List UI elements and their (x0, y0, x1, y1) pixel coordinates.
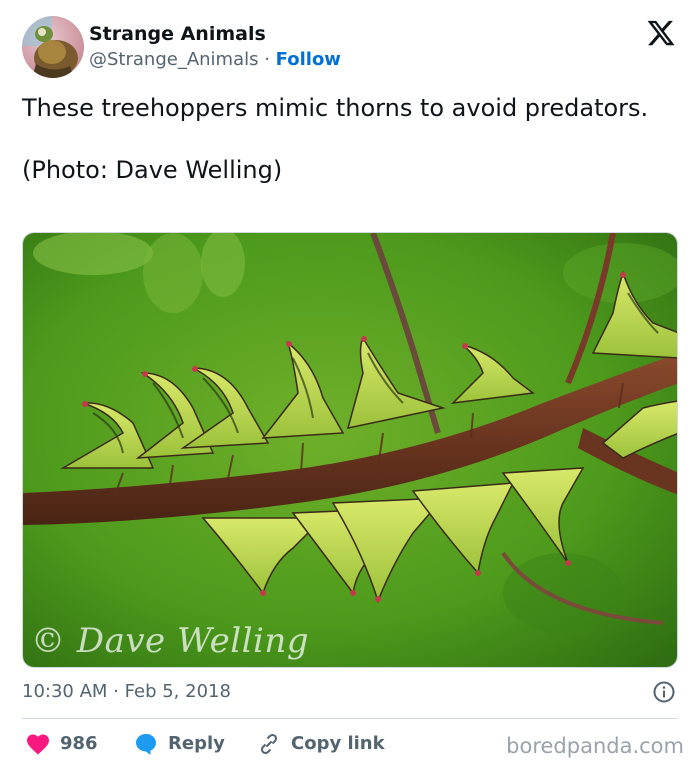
tweet-meta: 10:30 AM · Feb 5, 2018 (22, 679, 676, 705)
tweet-card: Strange Animals @Strange_Animals · Follo… (0, 0, 700, 771)
avatar[interactable] (22, 16, 84, 78)
handle-separator: · (258, 49, 276, 70)
source-watermark: boredpanda.com (506, 734, 684, 758)
link-icon (260, 733, 278, 755)
follow-button[interactable]: Follow (276, 49, 341, 70)
tweet-text-line-1: These treehoppers mimic thorns to avoid … (22, 94, 649, 122)
photo-treehoppers-on-branch (23, 233, 677, 667)
meta-separator: · (107, 681, 125, 702)
like-button[interactable]: 986 (26, 730, 98, 758)
x-logo-icon[interactable] (646, 18, 676, 48)
handle[interactable]: @Strange_Animals (89, 49, 259, 70)
tweet-time[interactable]: 10:30 AM (22, 681, 107, 702)
tweet-text-line-2: (Photo: Dave Welling) (22, 156, 283, 184)
reply-button[interactable]: Reply (134, 730, 225, 758)
divider (22, 718, 678, 719)
tweet-header: Strange Animals @Strange_Animals · Follo… (22, 16, 686, 78)
handle-row: @Strange_Animals · Follow (89, 47, 341, 73)
heart-icon (27, 734, 49, 755)
copy-link-label: Copy link (291, 733, 385, 754)
tweet-date[interactable]: Feb 5, 2018 (125, 681, 231, 702)
avatar-image (22, 16, 84, 78)
tweet-text-gap (22, 124, 662, 155)
photo-watermark: © Dave Welling (31, 621, 310, 661)
reply-label: Reply (168, 733, 225, 754)
info-icon[interactable] (652, 680, 676, 704)
display-name[interactable]: Strange Animals (89, 22, 341, 46)
author-block: Strange Animals @Strange_Animals · Follo… (89, 22, 341, 73)
tweet-text: These treehoppers mimic thorns to avoid … (22, 93, 662, 186)
reply-bubble-icon (136, 734, 156, 755)
like-count: 986 (60, 733, 98, 754)
action-bar: 986 Reply Copy link boredpanda.com (22, 730, 684, 760)
copy-link-button[interactable]: Copy link (257, 730, 385, 758)
tweet-photo[interactable]: © Dave Welling (22, 232, 678, 668)
